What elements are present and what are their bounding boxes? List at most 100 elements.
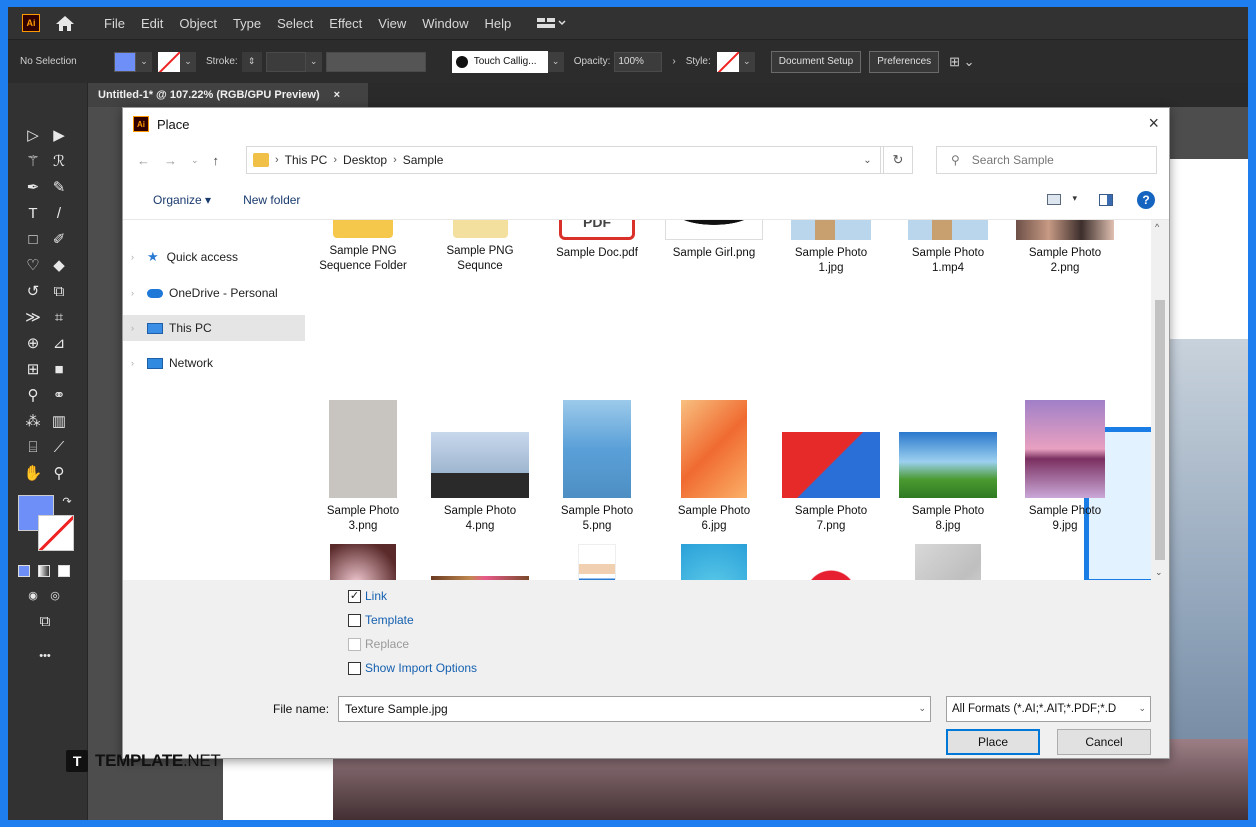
link-checkbox[interactable]: ✓ Link bbox=[348, 584, 477, 608]
file-name-input[interactable]: Texture Sample.jpg ⌄ bbox=[338, 696, 931, 722]
new-folder-button[interactable]: New folder bbox=[243, 193, 300, 207]
hand-tool-icon[interactable]: ✋ bbox=[22, 463, 44, 485]
file-item[interactable]: TextureSample.jpg bbox=[892, 544, 1004, 580]
magic-wand-tool-icon[interactable]: ⚚ bbox=[22, 151, 44, 173]
show-import-options-checkbox[interactable]: Show Import Options bbox=[348, 656, 477, 680]
file-item[interactable]: Sample.png bbox=[775, 544, 887, 580]
menu-effect[interactable]: Effect bbox=[329, 16, 362, 31]
file-item[interactable]: Sample Photo 1.jpg bbox=[775, 220, 887, 276]
vertical-scrollbar[interactable]: ^ ⌄ bbox=[1151, 220, 1169, 580]
rotate-tool-icon[interactable]: ↺ bbox=[22, 281, 44, 303]
menu-view[interactable]: View bbox=[378, 16, 406, 31]
rectangle-tool-icon[interactable]: □ bbox=[22, 229, 44, 251]
scrollbar-thumb[interactable] bbox=[1155, 300, 1165, 560]
file-item[interactable]: Sample Photo 3.png bbox=[307, 400, 419, 534]
preview-pane-icon[interactable] bbox=[1099, 194, 1113, 206]
stroke-dropdown-icon[interactable]: ⌄ bbox=[180, 51, 196, 72]
perspective-grid-tool-icon[interactable]: ⊿ bbox=[48, 333, 70, 355]
chevron-right-icon[interactable]: › bbox=[131, 252, 143, 262]
selection-tool-icon[interactable]: ▷ bbox=[22, 125, 44, 147]
menu-edit[interactable]: Edit bbox=[141, 16, 163, 31]
screen-mode-icon[interactable]: ⧉ bbox=[34, 611, 56, 633]
close-tab-icon[interactable]: × bbox=[334, 89, 340, 101]
paintbrush-tool-icon[interactable]: ✐ bbox=[48, 229, 70, 251]
fill-dropdown-icon[interactable]: ⌄ bbox=[136, 51, 152, 72]
workspace-switcher-icon[interactable] bbox=[537, 16, 567, 30]
style-swatch[interactable] bbox=[716, 51, 739, 72]
chevron-down-icon[interactable]: ⌄ bbox=[1138, 703, 1146, 714]
file-item[interactable]: Sample Photo 1.mp4 bbox=[892, 220, 1004, 276]
eraser-tool-icon[interactable]: ◆ bbox=[48, 255, 70, 277]
free-transform-tool-icon[interactable]: ⌗ bbox=[48, 307, 70, 329]
file-item[interactable]: Sample Photo 5.png bbox=[541, 400, 653, 534]
file-item[interactable]: Sample Photo 4.png bbox=[424, 400, 536, 534]
forward-arrow-icon[interactable]: → bbox=[164, 153, 177, 168]
menu-object[interactable]: Object bbox=[179, 16, 217, 31]
document-setup-button[interactable]: Document Setup bbox=[770, 50, 862, 73]
file-item[interactable]: Sample Photo 8.jpg bbox=[892, 400, 1004, 534]
menu-file[interactable]: File bbox=[104, 16, 125, 31]
change-view-icon[interactable] bbox=[1047, 194, 1061, 205]
menu-type[interactable]: Type bbox=[233, 16, 261, 31]
style-dropdown-icon[interactable]: ⌄ bbox=[738, 51, 755, 72]
nav-this-pc[interactable]: › This PC bbox=[123, 315, 305, 341]
brush-definition[interactable]: Touch Callig... bbox=[451, 50, 548, 73]
stroke-color-icon[interactable] bbox=[38, 515, 74, 551]
nav-quick-access[interactable]: › ★ Quick access bbox=[123, 244, 305, 270]
file-item[interactable]: PDF Sample Doc.pdf bbox=[541, 220, 653, 261]
gradient-tool-icon[interactable]: ■ bbox=[48, 359, 70, 381]
zoom-tool-icon[interactable]: ⚲ bbox=[48, 463, 70, 485]
shaper-tool-icon[interactable]: ♡ bbox=[22, 255, 44, 277]
shape-builder-tool-icon[interactable]: ⊕ bbox=[22, 333, 44, 355]
gradient-mode-icon[interactable] bbox=[38, 565, 50, 577]
column-graph-tool-icon[interactable]: ▥ bbox=[48, 411, 70, 433]
draw-behind-icon[interactable]: ◎ bbox=[44, 585, 66, 607]
file-item[interactable]: Sample Photo 2.png bbox=[1009, 220, 1121, 276]
lasso-tool-icon[interactable]: ℛ bbox=[48, 151, 70, 173]
scroll-down-icon[interactable]: ⌄ bbox=[1155, 567, 1163, 578]
address-dropdown-icon[interactable]: ⌄ bbox=[855, 146, 881, 174]
file-item[interactable]: SamplePhoto.png bbox=[658, 544, 770, 580]
line-tool-icon[interactable]: / bbox=[48, 203, 70, 225]
fill-swatch[interactable] bbox=[114, 51, 136, 72]
opacity-arrow-icon[interactable]: › bbox=[672, 56, 675, 67]
menu-select[interactable]: Select bbox=[277, 16, 313, 31]
chevron-right-icon[interactable]: › bbox=[131, 288, 143, 298]
stroke-spinner-icon[interactable]: ⇕ bbox=[241, 51, 262, 72]
swap-colors-icon[interactable]: ↷ bbox=[56, 491, 78, 513]
back-arrow-icon[interactable]: ← bbox=[137, 153, 150, 168]
file-item[interactable]: Sample Photo 6.jpg bbox=[658, 400, 770, 534]
file-item[interactable]: Sample Photo11.jpg bbox=[424, 544, 536, 580]
chevron-right-icon[interactable]: › bbox=[131, 323, 143, 333]
chevron-down-icon[interactable]: ⌄ bbox=[918, 703, 926, 714]
scroll-up-icon[interactable]: ^ bbox=[1155, 222, 1159, 232]
view-dropdown-icon[interactable]: ▾ bbox=[1072, 193, 1077, 204]
stroke-swatch[interactable] bbox=[158, 51, 180, 72]
scale-tool-icon[interactable]: ⧉ bbox=[48, 281, 70, 303]
up-arrow-icon[interactable]: ↑ bbox=[213, 153, 220, 168]
file-item[interactable]: Sample Girl.png bbox=[658, 220, 770, 261]
variable-width-profile[interactable] bbox=[325, 51, 426, 72]
menu-help[interactable]: Help bbox=[484, 16, 511, 31]
type-tool-icon[interactable]: T bbox=[22, 203, 44, 225]
direct-selection-tool-icon[interactable]: ▶ bbox=[48, 125, 70, 147]
checkbox-icon[interactable] bbox=[348, 661, 361, 675]
arrange-documents-icon[interactable]: ⊞ ⌄ bbox=[949, 54, 974, 70]
edit-toolbar-icon[interactable]: ••• bbox=[34, 645, 56, 667]
width-tool-icon[interactable]: ≫ bbox=[22, 307, 44, 329]
cancel-button[interactable]: Cancel bbox=[1057, 729, 1151, 755]
brush-dropdown-icon[interactable]: ⌄ bbox=[547, 51, 564, 72]
eyedropper-tool-icon[interactable]: ⚲ bbox=[22, 385, 44, 407]
place-button[interactable]: Place bbox=[946, 729, 1040, 755]
document-tab[interactable]: Untitled-1* @ 107.22% (RGB/GPU Preview) × bbox=[88, 83, 368, 107]
pen-tool-icon[interactable]: ✒ bbox=[22, 177, 44, 199]
file-item[interactable]: Sample Photo10.jpg.png bbox=[307, 544, 419, 580]
artboard-tool-icon[interactable]: ⌸ bbox=[22, 437, 44, 459]
template-checkbox[interactable]: Template bbox=[348, 608, 477, 632]
nav-network[interactable]: › Network bbox=[123, 350, 305, 376]
organize-button[interactable]: Organize ▾ bbox=[153, 193, 211, 207]
breadcrumb-desktop[interactable]: Desktop bbox=[343, 153, 387, 167]
chevron-right-icon[interactable]: › bbox=[131, 358, 143, 368]
file-type-select[interactable]: All Formats (*.AI;*.AIT;*.PDF;*.D ⌄ bbox=[946, 696, 1151, 722]
breadcrumb-sample[interactable]: Sample bbox=[403, 153, 444, 167]
